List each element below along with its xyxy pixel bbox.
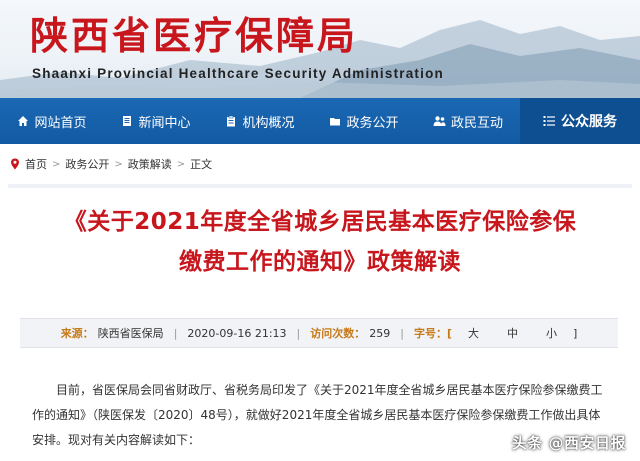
font-large-button[interactable]: 大 — [468, 325, 479, 341]
meta-separator: | — [173, 326, 178, 340]
nav-item-news[interactable]: 新闻中心 — [104, 98, 208, 144]
publish-date: 2020-09-16 21:13 — [187, 326, 287, 340]
document-icon — [123, 116, 132, 126]
breadcrumb: 首页 > 政务公开 > 政策解读 > 正文 — [0, 144, 640, 184]
visits-value: 259 — [369, 326, 391, 340]
font-small-button[interactable]: 小 — [546, 325, 557, 341]
article-container: 《关于2021年度全省城乡居民基本医疗保险参保 缴费工作的通知》政策解读 来源：… — [8, 184, 632, 461]
nav-item-interaction[interactable]: 政民互动 — [416, 98, 520, 144]
nav-label: 政民互动 — [450, 115, 503, 131]
breadcrumb-separator: > — [114, 158, 123, 170]
visits-label: 访问次数： — [310, 327, 366, 340]
article-title: 《关于2021年度全省城乡居民基本医疗保险参保 缴费工作的通知》政策解读 — [8, 202, 632, 282]
meta-separator: | — [296, 326, 301, 340]
font-size-label: 字号：[ — [413, 327, 452, 340]
breadcrumb-separator: > — [176, 158, 186, 170]
nav-item-home[interactable]: 网站首页 — [0, 98, 104, 144]
people-icon — [433, 116, 446, 126]
watermark: 头条 @西安日报 — [511, 434, 626, 452]
nav-label: 政务公开 — [346, 115, 399, 131]
pin-icon — [11, 158, 19, 170]
header-banner: 陕西省医疗保障局 Shaanxi Provincial Healthcare S… — [0, 0, 640, 98]
clipboard-icon — [227, 115, 236, 127]
breadcrumb-home[interactable]: 首页 — [25, 156, 47, 172]
breadcrumb-current: 正文 — [190, 158, 213, 171]
site-title: 陕西省医疗保障局 — [30, 13, 359, 58]
breadcrumb-policy[interactable]: 政策解读 — [128, 156, 172, 172]
article-title-line1: 《关于2021年度全省城乡居民基本医疗保险参保 — [63, 209, 577, 235]
home-icon — [18, 116, 29, 126]
main-nav: 网站首页 新闻中心 机构概况 政务公开 政民互动 公众服务 — [0, 98, 640, 144]
nav-item-gov-affairs[interactable]: 政务公开 — [312, 98, 416, 144]
meta-separator: | — [400, 326, 404, 340]
nav-label: 机构概况 — [242, 115, 295, 131]
nav-item-about[interactable]: 机构概况 — [208, 98, 312, 144]
font-size-close: ] — [573, 326, 578, 340]
nav-label: 新闻中心 — [138, 115, 191, 131]
source-label: 来源： — [60, 327, 94, 340]
article-title-line2: 缴费工作的通知》政策解读 — [179, 249, 461, 275]
breadcrumb-separator: > — [52, 158, 61, 170]
nav-label: 网站首页 — [34, 115, 87, 131]
nav-label: 公众服务 — [561, 114, 617, 130]
breadcrumb-gov-affairs[interactable]: 政务公开 — [65, 156, 109, 172]
nav-item-public-service[interactable]: 公众服务 — [520, 98, 640, 144]
article-meta: 来源： 陕西省医保局 | 2020-09-16 21:13 | 访问次数： 25… — [20, 318, 618, 348]
folder-icon — [330, 118, 341, 126]
font-medium-button[interactable]: 中 — [507, 325, 518, 341]
source-value: 陕西省医保局 — [97, 327, 164, 340]
list-icon — [543, 116, 555, 126]
site-subtitle: Shaanxi Provincial Healthcare Security A… — [32, 66, 444, 81]
